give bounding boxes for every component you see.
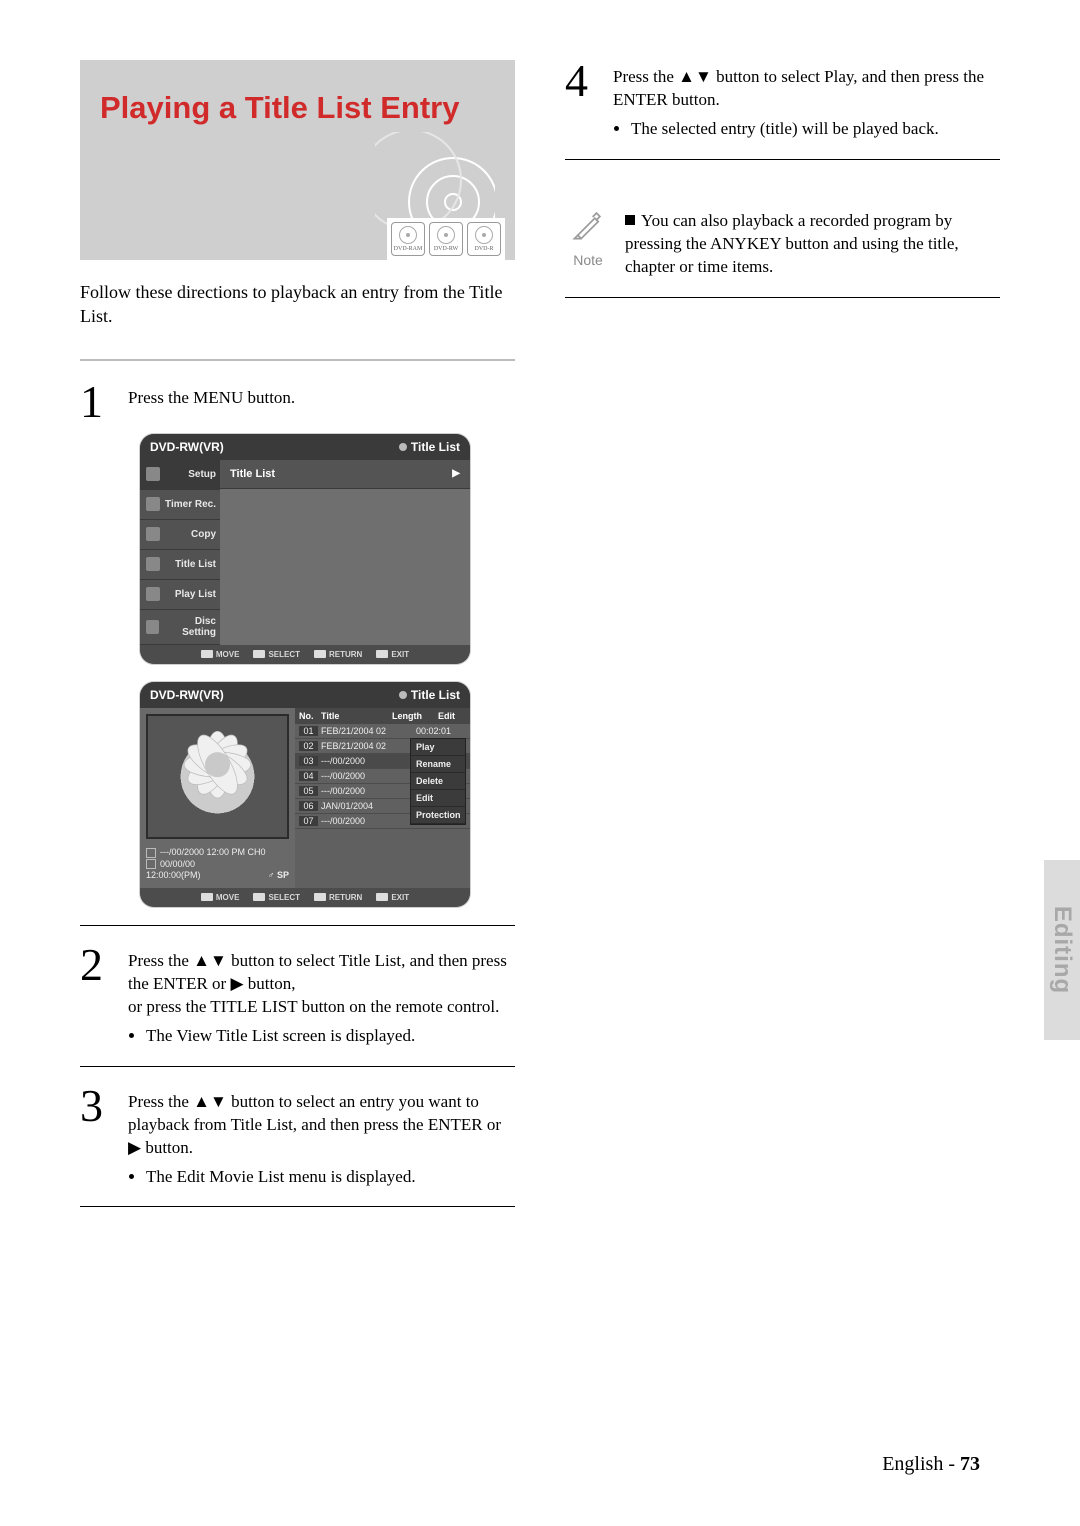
note-label: Note [565, 251, 611, 270]
step-number: 1 [80, 381, 114, 422]
divider [565, 297, 1000, 298]
osd-titlelist-screenshot: DVD-RW(VR) Title List [140, 682, 470, 907]
step-text: Press the ▲▼ button to select Play, and … [613, 67, 984, 109]
step-bullet: The selected entry (title) will be playe… [631, 118, 1000, 141]
osd-screen-name: Title List [399, 440, 460, 454]
osd-edit-popup: Play Rename Delete Edit Protection [410, 738, 466, 825]
osd-menu-titlelist: Title List [175, 559, 216, 570]
play-icon: ▶ [452, 468, 460, 479]
divider [565, 159, 1000, 160]
page-footer: English - 73 [882, 1453, 980, 1476]
step-number: 2 [80, 944, 114, 1048]
osd-menu-setup: Setup [188, 469, 216, 480]
divider [80, 925, 515, 926]
osd-disc-type: DVD-RW(VR) [150, 688, 224, 702]
pencil-icon [571, 208, 605, 242]
osd-info-panel: ---/00/2000 12:00 PM CH0 00/00/00 12:00:… [140, 845, 295, 888]
divider [80, 1206, 515, 1207]
note-block: Note You can also playback a recorded pr… [565, 208, 1000, 279]
divider [80, 1066, 515, 1067]
badge-dvdr: DVD-R [467, 222, 501, 256]
step-text: Press the ▲▼ button to select an entry y… [128, 1092, 501, 1157]
step-number: 3 [80, 1085, 114, 1189]
osd-menu-discsetting: Disc Setting [163, 616, 216, 638]
osd-main-row-label: Title List [230, 468, 275, 480]
osd-menu-playlist: Play List [175, 589, 216, 600]
step-4: 4 Press the ▲▼ button to select Play, an… [565, 60, 1000, 141]
osd-menu-copy: Copy [191, 529, 216, 540]
step-text: Press the ▲▼ button to select Title List… [128, 951, 507, 993]
step-bullet: The View Title List screen is displayed. [146, 1025, 515, 1048]
square-bullet-icon [625, 215, 635, 225]
step-3: 3 Press the ▲▼ button to select an entry… [80, 1085, 515, 1189]
badge-dvdram: DVD-RAM [391, 222, 425, 256]
osd-disc-type: DVD-RW(VR) [150, 440, 224, 454]
osd-main-area: Title List ▶ [220, 460, 470, 645]
badge-dvdrw: DVD-RW [429, 222, 463, 256]
hero-panel: Playing a Title List Entry DVD-RAM DVD-R… [80, 60, 515, 260]
disc-badges: DVD-RAM DVD-RW DVD-R [387, 218, 505, 260]
note-text: You can also playback a recorded program… [625, 211, 959, 276]
osd-footer-keys: MOVE SELECT RETURN EXIT [140, 645, 470, 664]
step-text: Press the MENU button. [128, 381, 515, 422]
osd-table-header: No. Title Length Edit [295, 708, 470, 724]
osd-thumbnail [146, 714, 289, 839]
hero-title: Playing a Title List Entry [80, 60, 515, 126]
step-2: 2 Press the ▲▼ button to select Title Li… [80, 944, 515, 1048]
step-number: 4 [565, 60, 599, 141]
osd-menu-timer: Timer Rec. [165, 499, 216, 510]
osd-screen-name: Title List [399, 688, 460, 702]
step-bullet: The Edit Movie List menu is displayed. [146, 1166, 515, 1189]
osd-footer-keys: MOVE SELECT RETURN EXIT [140, 888, 470, 907]
divider [80, 359, 515, 361]
intro-text: Follow these directions to playback an e… [80, 280, 515, 329]
osd-side-menu: Setup Timer Rec. Copy Title List Play Li… [140, 460, 220, 645]
step-1: 1 Press the MENU button. [80, 381, 515, 422]
osd-menu-screenshot: DVD-RW(VR) Title List Setup Timer Rec. C… [140, 434, 470, 664]
step-text: or press the TITLE LIST button on the re… [128, 997, 499, 1016]
section-tab: Editing [1044, 860, 1080, 1040]
